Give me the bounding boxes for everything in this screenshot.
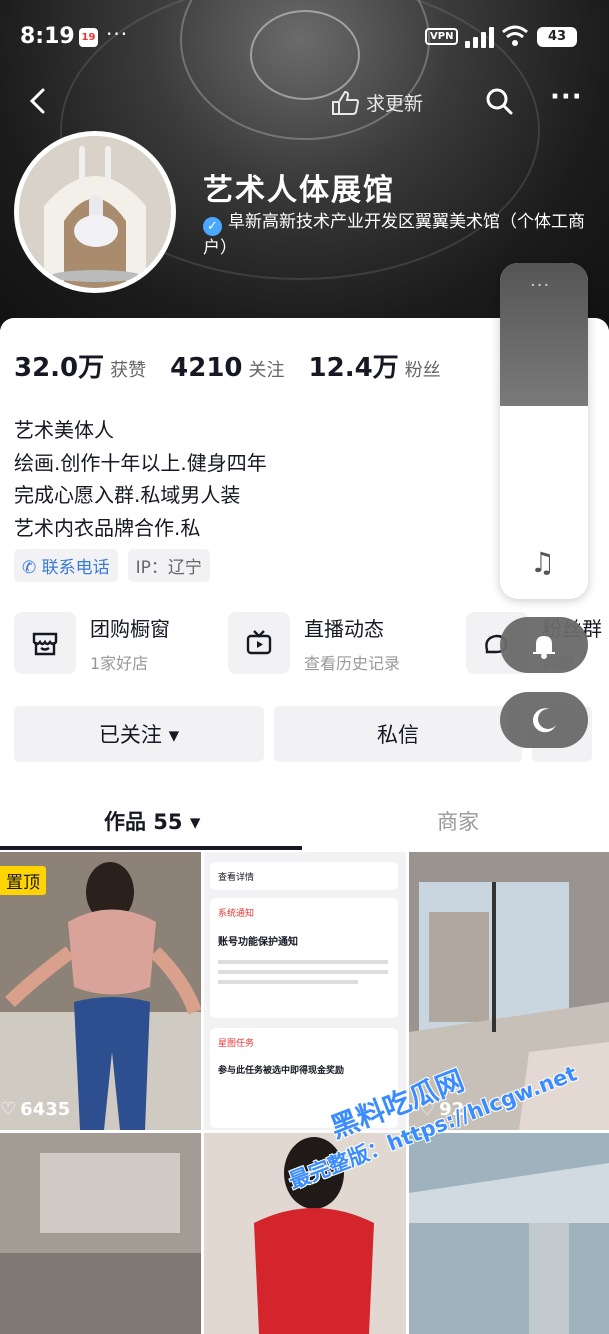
bio-line: 绘画.创作十年以上.健身四年 [14,450,267,475]
feature-title: 直播动态 [304,616,384,641]
floating-panel[interactable]: ··· ♫ [500,263,588,599]
bio-line: 艺术内衣品牌合作.私 [14,515,201,540]
tab-works[interactable]: 作品 55 ▾ [104,806,200,836]
profile-name: 艺术人体展馆 [203,173,395,208]
verified-icon: ✓ [203,217,222,236]
stat-value: 4210 [170,353,243,383]
shop-window-icon [14,612,76,674]
verification-text: 阜新高新技术产业开发区翼翼美术馆（个体工商户） [203,212,585,258]
profile-bio: 艺术美体人 绘画.创作十年以上.健身四年 完成心愿入群.私域男人装 艺术内衣品牌… [14,414,267,544]
notification-bell-button[interactable] [500,617,588,673]
feature-subtitle: 查看历史记录 [304,653,401,673]
floating-more-icon[interactable]: ··· [530,275,550,296]
stat-value: 32.0万 [14,353,105,383]
stat-following[interactable]: 4210 关注 [170,353,284,383]
tab-merchant[interactable]: 商家 [437,806,479,836]
wifi-icon [502,25,528,46]
video-thumbnail[interactable]: 置顶 ♡ 6435 [0,852,201,1130]
status-time: 8:19 [20,24,75,49]
notice-title: 系统通知 [218,909,255,919]
heart-icon: ♡ [210,1099,227,1120]
ip-location-tag: IP：辽宁 [127,549,210,582]
stat-label: 粉丝 [404,360,441,381]
feature-title: 团购橱窗 [90,616,170,641]
video-thumbnail[interactable] [0,1133,201,1334]
contact-phone-label: 联系电话 [41,558,110,578]
likes-count: ♡ 6435 [0,1099,70,1120]
bio-line: 艺术美体人 [14,418,114,442]
stat-likes[interactable]: 32.0万 获赞 [14,347,146,384]
dark-mode-button[interactable] [500,692,588,748]
status-bar: 8:19 19 ··· VPN 43 [0,0,609,72]
request-update-label: 求更新 [366,92,424,115]
bio-line: 完成心愿入群.私域男人装 [14,483,241,507]
stat-followers[interactable]: 12.4万 粉丝 [309,347,441,384]
task-desc: 参与此任务被选中即得现金奖励 [218,1066,345,1076]
feature-shop-window[interactable]: 团购橱窗 1家好店 [14,612,170,674]
more-options-icon[interactable]: ··· [550,82,583,112]
profile-tags: ✆ 联系电话 IP：辽宁 [14,549,210,582]
thumbnail-image [0,1133,201,1334]
notice-header: 查看详情 [210,862,398,890]
likes-value: 4 [230,1099,243,1120]
feature-subtitle: 1家好店 [90,653,149,673]
battery-icon: 43 [537,27,577,47]
pinned-badge: 置顶 [0,866,46,895]
verification-info: ✓ 阜新高新技术产业开发区翼翼美术馆（个体工商户） [203,210,593,260]
notice-subtitle: 账号功能保护通知 [218,937,298,948]
stat-label: 关注 [248,360,285,381]
bell-icon [533,636,555,659]
status-more: ··· [106,22,129,46]
music-icon[interactable]: ♫ [530,546,555,579]
video-thumbnail[interactable] [409,1133,609,1334]
signal-icon [463,26,494,48]
message-button[interactable]: 私信 [274,706,522,762]
moon-icon [532,708,556,733]
feature-live[interactable]: 直播动态查看历史记录 [228,612,400,674]
tab-indicator [0,846,302,850]
calendar-icon: 19 [79,28,98,47]
hand-point-icon [332,90,360,115]
likes-count: ♡ 4 [210,1099,243,1120]
follow-button[interactable]: 已关注 ▾ [14,706,264,762]
content-tabs: 作品 55 ▾ 商家 [0,798,609,852]
avatar-image [19,136,171,288]
search-icon[interactable] [484,86,514,116]
avatar[interactable] [14,131,176,293]
stat-label: 获赞 [110,360,147,381]
top-nav: 求更新 ··· [0,78,609,128]
vpn-icon: VPN [425,28,459,45]
profile-stats: 32.0万 获赞 4210 关注 12.4万 粉丝 [14,347,465,384]
task-title: 星图任务 [218,1039,255,1049]
heart-icon: ♡ [0,1099,17,1120]
request-update-button[interactable]: 求更新 [330,88,423,116]
thumbnail-image [409,1133,609,1334]
phone-icon: ✆ [22,558,42,578]
back-icon[interactable] [24,86,54,116]
contact-phone-button[interactable]: ✆ 联系电话 [14,549,118,582]
live-tv-icon [228,612,290,674]
likes-value: 6435 [20,1099,71,1120]
notice-card: 系统通知 账号功能保护通知 [210,898,398,1018]
stat-value: 12.4万 [308,353,399,383]
